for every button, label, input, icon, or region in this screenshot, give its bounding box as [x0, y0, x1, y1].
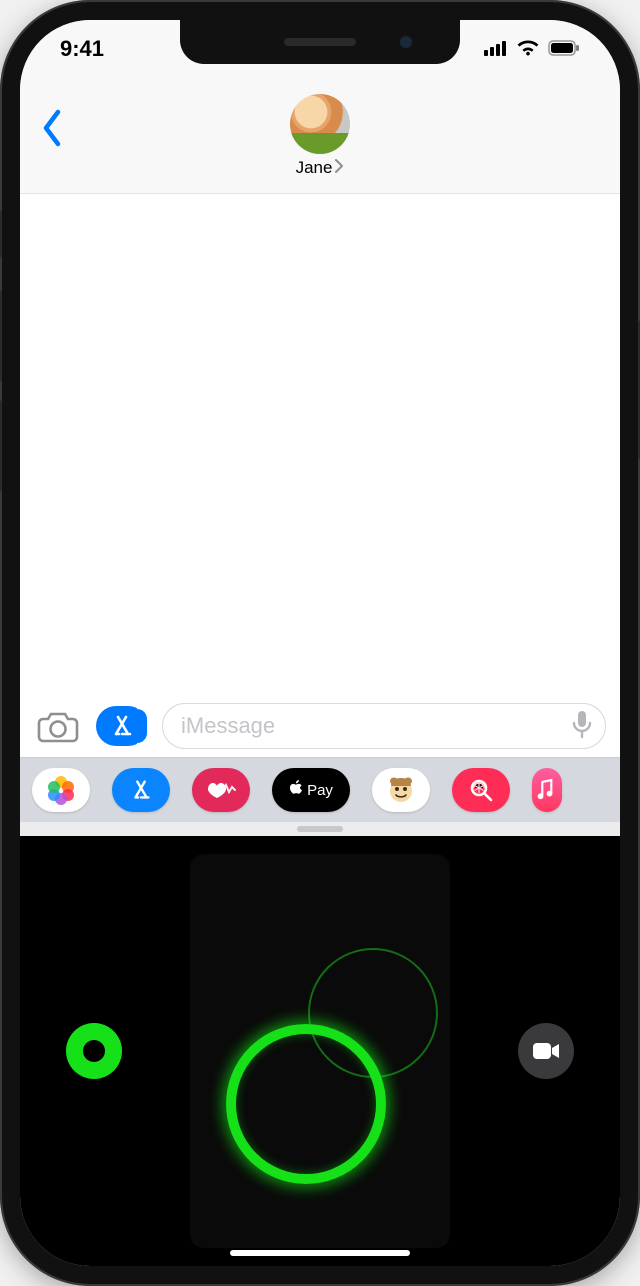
appstore-icon — [108, 712, 136, 740]
contact-info-button[interactable]: Jane — [290, 94, 350, 178]
digital-touch-app-button[interactable] — [192, 768, 250, 812]
dictation-button[interactable] — [571, 709, 593, 744]
apple-pay-label: Pay — [307, 782, 333, 799]
video-record-button[interactable] — [518, 1023, 574, 1079]
digital-touch-canvas[interactable] — [190, 854, 450, 1248]
app-drawer-toggle-button[interactable] — [96, 706, 148, 746]
color-picker-button[interactable] — [66, 1023, 122, 1079]
memoji-app-button[interactable] — [372, 768, 430, 812]
images-search-app-button[interactable] — [452, 768, 510, 812]
message-input[interactable]: iMessage — [162, 703, 606, 749]
digital-touch-panel — [20, 836, 620, 1266]
back-button[interactable] — [40, 108, 64, 153]
cellular-signal-icon — [484, 36, 508, 62]
chevron-right-icon — [334, 158, 344, 178]
apple-logo-icon — [289, 779, 303, 801]
wifi-icon — [516, 36, 540, 62]
camera-button[interactable] — [34, 706, 82, 746]
heartbeat-icon — [205, 779, 237, 801]
apple-pay-app-button[interactable]: Pay — [272, 768, 350, 812]
status-time: 9:41 — [60, 36, 104, 62]
contact-name-label: Jane — [296, 158, 333, 178]
appstore-app-button[interactable] — [112, 768, 170, 812]
app-drawer-divider — [20, 822, 620, 836]
appstore-icon — [128, 777, 154, 803]
conversation-header: Jane — [20, 78, 620, 194]
memoji-icon — [384, 773, 418, 807]
home-indicator[interactable] — [230, 1250, 410, 1256]
images-search-icon — [468, 777, 494, 803]
photos-app-icon — [46, 775, 76, 805]
touch-ripple — [226, 1024, 386, 1184]
battery-icon — [548, 36, 580, 62]
music-icon — [536, 778, 554, 802]
music-app-button[interactable] — [532, 768, 562, 812]
drawer-grabber[interactable] — [297, 826, 343, 832]
imessage-app-drawer[interactable]: Pay — [20, 757, 620, 822]
conversation-area[interactable] — [20, 194, 620, 695]
contact-avatar — [290, 94, 350, 154]
photos-app-button[interactable] — [32, 768, 90, 812]
compose-bar: iMessage — [20, 695, 620, 757]
message-placeholder: iMessage — [181, 713, 275, 739]
